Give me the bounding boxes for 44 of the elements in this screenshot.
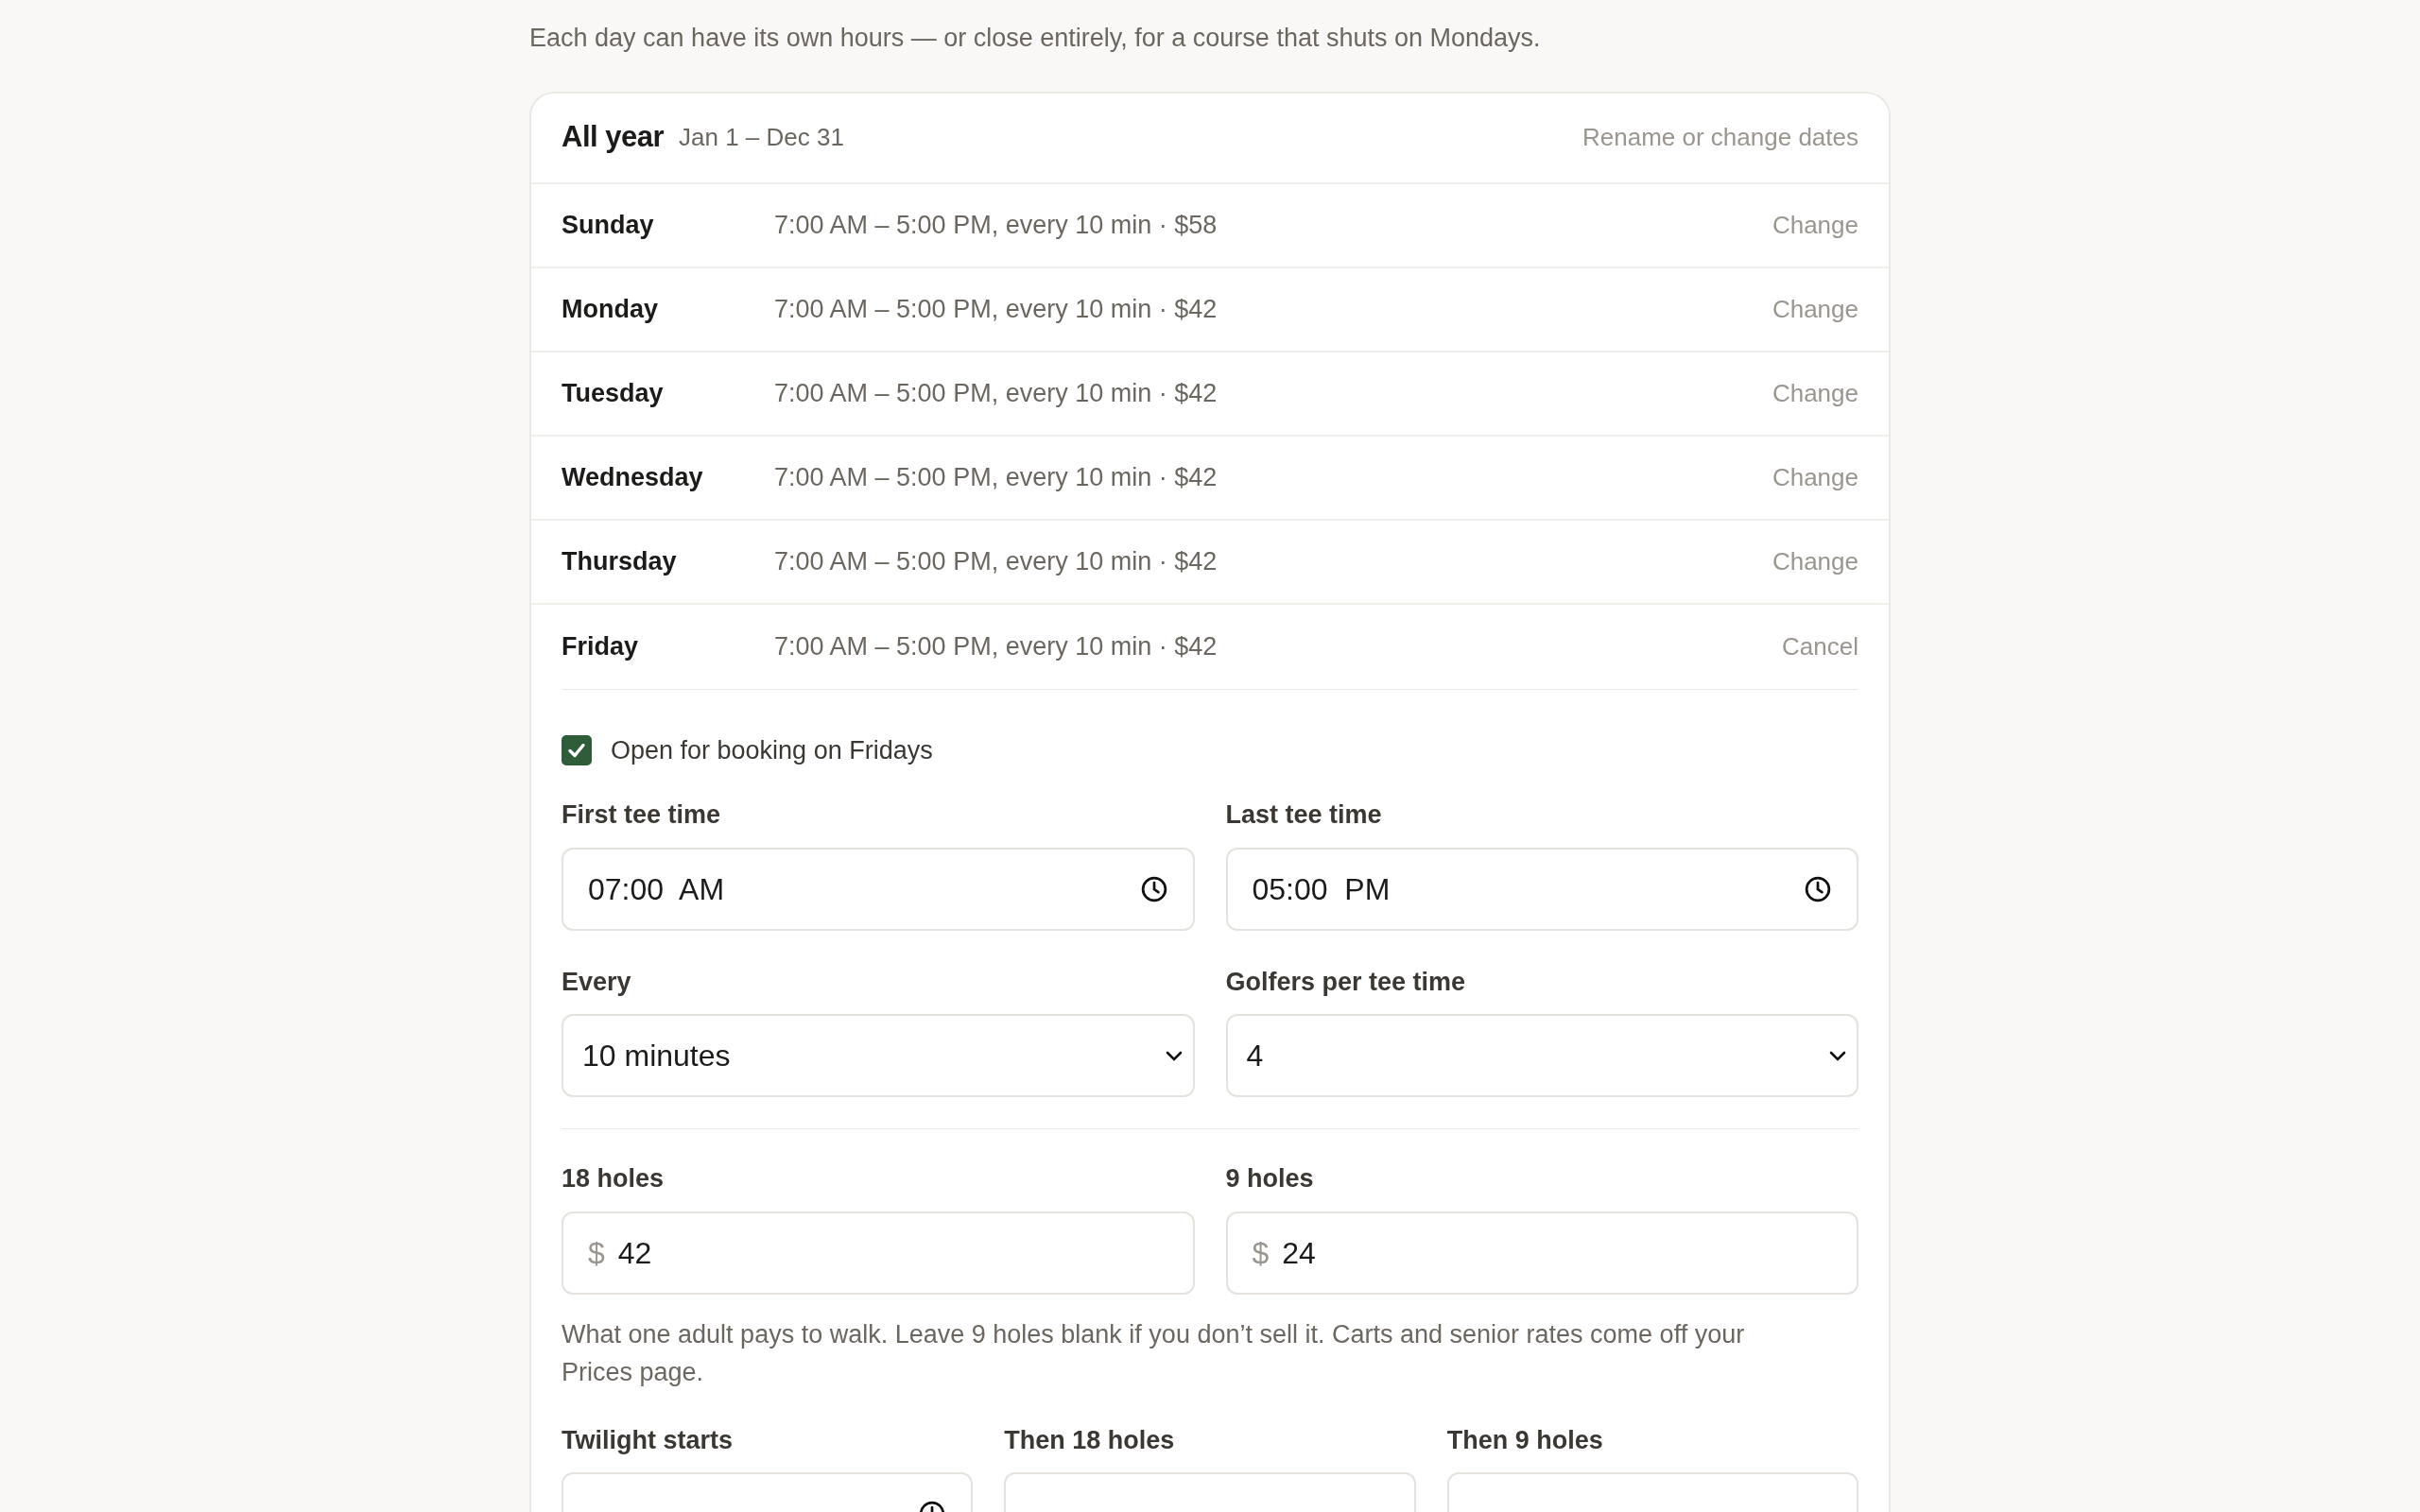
chevron-icon: [1164, 1049, 1184, 1062]
rename-link[interactable]: Rename or change dates: [1582, 119, 1858, 156]
change-link[interactable]: Change: [1772, 458, 1858, 496]
checkbox[interactable]: [562, 734, 592, 765]
field-label: Then 9 holes: [1446, 1424, 1604, 1456]
change-link[interactable]: Change: [1772, 206, 1858, 244]
field-label: First tee time: [562, 799, 722, 831]
day-name: Thursday: [562, 545, 678, 577]
day-name: Sunday: [562, 209, 655, 241]
day-summary: 7:00 AM – 5:00 PM, every 10 min · $42: [774, 377, 1218, 409]
dropdown[interactable]: 10 minutes: [562, 1014, 1195, 1097]
field-label: 9 holes: [1225, 1163, 1315, 1194]
time-field[interactable]: 07:00 AM: [562, 847, 1195, 931]
field-label: 18 holes: [562, 1163, 666, 1194]
day-name: Wednesday: [562, 461, 704, 493]
cancel-link[interactable]: Cancel: [1782, 627, 1858, 665]
help-text: What one adult pays to walk. Leave 9 holes blank if you don’t sell it. Carts and senior rates come off your Prices page.: [562, 1318, 1746, 1388]
time-field[interactable]: 05:00 PM: [1225, 847, 1858, 931]
clock-icon: [1139, 874, 1168, 903]
field-label: Twilight starts: [562, 1424, 734, 1456]
day-summary: 7:00 AM – 5:00 PM, every 10 min · $42: [774, 461, 1218, 493]
day-name: Tuesday: [562, 377, 665, 409]
field-label: Last tee time: [1225, 799, 1383, 831]
change-link[interactable]: Change: [1772, 542, 1858, 580]
day-name: Friday: [562, 630, 640, 662]
day-summary: 7:00 AM – 5:00 PM, every 10 min · $42: [774, 293, 1218, 325]
chevron-icon: [1828, 1049, 1847, 1062]
field-label: Then 18 holes: [1004, 1424, 1176, 1456]
change-link[interactable]: Change: [1772, 374, 1858, 412]
change-link[interactable]: Change: [1772, 290, 1858, 328]
day-summary: 7:00 AM – 5:00 PM, every 10 min · $58: [774, 209, 1218, 241]
period-name: All year: [562, 119, 664, 156]
day-name: Monday: [562, 293, 659, 325]
dropdown[interactable]: 4: [1225, 1014, 1858, 1097]
clock-icon: [1804, 874, 1832, 903]
field-label: Golfers per tee time: [1225, 966, 1467, 998]
period-dates: Jan 1 – Dec 31: [679, 122, 844, 153]
price-field[interactable]: $ 24: [1225, 1211, 1858, 1295]
day-summary: 7:00 AM – 5:00 PM, every 10 min · $42: [774, 545, 1218, 577]
field-label: Every: [562, 966, 632, 998]
price-field[interactable]: $ 42: [562, 1211, 1195, 1295]
day-summary: 7:00 AM – 5:00 PM, every 10 min · $42: [774, 630, 1218, 662]
checkbox-label: Open for booking on Fridays: [611, 734, 933, 766]
intro-text: Each day can have its own hours — or close entirely, for a course that shuts on Mondays.: [529, 23, 1542, 54]
